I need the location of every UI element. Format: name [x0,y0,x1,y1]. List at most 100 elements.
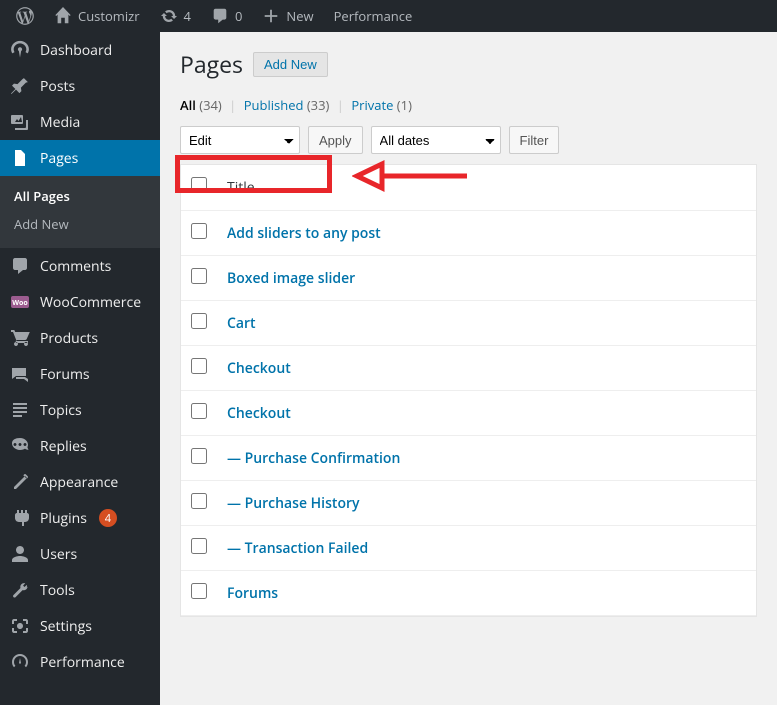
settings-icon [10,616,30,636]
filter-private-link[interactable]: Private [351,96,393,114]
wp-logo[interactable] [8,0,42,32]
table-row: — Transaction Failed [181,526,756,571]
performance-label: Performance [334,7,413,25]
tablenav-top: Edit Apply All dates Filter [180,126,757,154]
column-title-header[interactable]: Title [217,165,756,211]
performance-link[interactable]: Performance [326,0,421,32]
forums-icon [10,364,30,384]
plugin-icon [10,508,30,528]
page-title-link[interactable]: Boxed image slider [227,269,355,288]
menu-plugins-label: Plugins [40,509,87,528]
cart-icon [10,328,30,348]
menu-pages[interactable]: Pages [0,140,160,176]
svg-text:Woo: Woo [12,299,28,308]
filter-all-label[interactable]: All [180,96,196,114]
tools-icon [10,580,30,600]
main-content: Pages Add New All (34) | Published (33) … [160,32,777,637]
menu-media[interactable]: Media [0,104,160,140]
menu-media-label: Media [40,113,80,132]
row-checkbox[interactable] [191,313,207,329]
site-name-link[interactable]: Customizr [46,0,148,32]
status-filter-links: All (34) | Published (33) | Private (1) [180,96,757,114]
submenu-add-new[interactable]: Add New [0,210,160,238]
bulk-action-select[interactable]: Edit [180,126,300,154]
menu-products[interactable]: Products [0,320,160,356]
updates-link[interactable]: 4 [152,0,199,32]
updates-count: 4 [184,7,191,25]
row-checkbox[interactable] [191,538,207,554]
page-title-link[interactable]: — Transaction Failed [227,539,368,558]
menu-topics-label: Topics [40,401,82,420]
filter-published-link[interactable]: Published [244,96,304,114]
select-all-checkbox[interactable] [191,177,207,193]
menu-dashboard-label: Dashboard [40,41,112,60]
table-row: — Purchase Confirmation [181,436,756,481]
date-filter-select[interactable]: All dates [371,126,501,154]
menu-settings[interactable]: Settings [0,608,160,644]
comments-link[interactable]: 0 [203,0,250,32]
menu-performance[interactable]: Performance [0,644,160,680]
page-title-link[interactable]: — Purchase History [227,494,360,513]
plugins-update-badge: 4 [99,509,117,527]
page-title-link[interactable]: Cart [227,314,256,333]
page-title-link[interactable]: Add sliders to any post [227,224,381,243]
table-row: Checkout [181,346,756,391]
menu-appearance[interactable]: Appearance [0,464,160,500]
row-checkbox[interactable] [191,403,207,419]
menu-posts[interactable]: Posts [0,68,160,104]
menu-plugins[interactable]: Plugins 4 [0,500,160,536]
dashboard-icon [10,40,30,60]
site-name-text: Customizr [78,7,140,25]
menu-performance-label: Performance [40,653,125,672]
appearance-icon [10,472,30,492]
submenu-all-pages[interactable]: All Pages [0,182,160,210]
page-title-link[interactable]: Checkout [227,404,291,423]
menu-comments[interactable]: Comments [0,248,160,284]
topics-icon [10,400,30,420]
filter-private-count: (1) [397,96,412,114]
menu-appearance-label: Appearance [40,473,118,492]
table-row: Checkout [181,391,756,436]
comment-icon [211,7,229,25]
menu-users[interactable]: Users [0,536,160,572]
admin-bar: Customizr 4 0 New Performance [0,0,777,32]
row-checkbox[interactable] [191,583,207,599]
menu-woocommerce[interactable]: Woo WooCommerce [0,284,160,320]
new-label: New [286,7,313,25]
menu-forums-label: Forums [40,365,90,384]
comments-count: 0 [235,7,242,25]
menu-settings-label: Settings [40,617,92,636]
page-title-link[interactable]: Forums [227,584,278,603]
row-checkbox[interactable] [191,493,207,509]
apply-button[interactable]: Apply [308,126,363,154]
pin-icon [10,76,30,96]
home-icon [54,7,72,25]
table-row: — Purchase History [181,481,756,526]
page-icon [10,148,30,168]
menu-replies-label: Replies [40,437,87,456]
wordpress-icon [16,7,34,25]
table-row: Forums [181,571,756,616]
row-checkbox[interactable] [191,268,207,284]
menu-products-label: Products [40,329,98,348]
row-checkbox[interactable] [191,223,207,239]
replies-icon [10,436,30,456]
page-title-link[interactable]: — Purchase Confirmation [227,449,400,468]
page-title-link[interactable]: Checkout [227,359,291,378]
filter-button[interactable]: Filter [509,126,560,154]
row-checkbox[interactable] [191,358,207,374]
menu-topics[interactable]: Topics [0,392,160,428]
page-title: Pages [180,48,243,80]
update-icon [160,7,178,25]
table-row: Cart [181,301,756,346]
menu-tools[interactable]: Tools [0,572,160,608]
row-checkbox[interactable] [191,448,207,464]
menu-forums[interactable]: Forums [0,356,160,392]
plus-icon [262,7,280,25]
table-row: Add sliders to any post [181,211,756,256]
pages-table: Title Add sliders to any post Boxed image… [180,164,757,617]
menu-dashboard[interactable]: Dashboard [0,32,160,68]
new-content-link[interactable]: New [254,0,321,32]
add-new-button[interactable]: Add New [253,52,328,77]
menu-replies[interactable]: Replies [0,428,160,464]
